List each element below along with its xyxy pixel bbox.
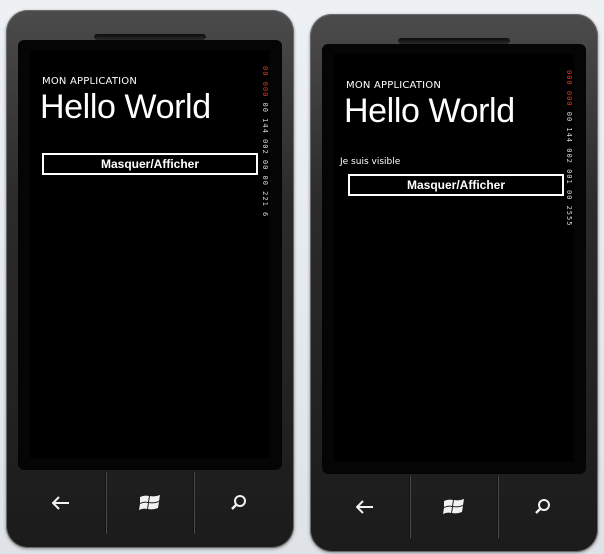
frame-rate-counter-values: 00 144 002 00 00 221 6 bbox=[261, 102, 269, 218]
emulator-stage: MON APPLICATION Hello World Masquer/Affi… bbox=[0, 0, 604, 554]
page-title: Hello World bbox=[40, 88, 211, 126]
screen-bezel: MON APPLICATION Hello World Masquer/Affi… bbox=[18, 40, 282, 470]
app-title: MON APPLICATION bbox=[346, 80, 442, 91]
frame-rate-counter-accent: 000 000 bbox=[565, 70, 573, 107]
back-key[interactable] bbox=[18, 472, 106, 534]
visibility-status-text: Je suis visible bbox=[340, 157, 401, 167]
start-key[interactable] bbox=[409, 476, 499, 538]
app-screen[interactable]: MON APPLICATION Hello World Je suis visi… bbox=[334, 54, 574, 462]
toggle-visibility-button[interactable]: Masquer/Afficher bbox=[42, 153, 258, 175]
search-icon bbox=[230, 495, 246, 510]
phone-emulator-left: MON APPLICATION Hello World Masquer/Affi… bbox=[6, 10, 294, 548]
toggle-visibility-button[interactable]: Masquer/Afficher bbox=[348, 174, 564, 196]
back-key[interactable] bbox=[322, 476, 410, 538]
frame-rate-counter: 000 000 00 144 002 001 00 2555 bbox=[562, 70, 573, 227]
windows-logo-icon bbox=[443, 499, 464, 514]
search-icon bbox=[534, 499, 550, 514]
frame-rate-counter-accent: 00 000 bbox=[261, 66, 269, 98]
screen-bezel: MON APPLICATION Hello World Je suis visi… bbox=[322, 44, 586, 474]
start-key[interactable] bbox=[105, 472, 195, 534]
back-arrow-icon bbox=[52, 496, 70, 510]
hardware-nav-bar bbox=[18, 472, 282, 534]
app-screen[interactable]: MON APPLICATION Hello World Masquer/Affi… bbox=[30, 50, 270, 458]
frame-rate-counter-values: 00 144 002 001 00 2555 bbox=[565, 111, 573, 227]
search-key[interactable] bbox=[194, 472, 282, 534]
search-key[interactable] bbox=[498, 476, 586, 538]
app-title: MON APPLICATION bbox=[42, 76, 138, 87]
frame-rate-counter: 00 000 00 144 002 00 00 221 6 bbox=[258, 66, 269, 218]
page-title: Hello World bbox=[344, 92, 515, 130]
phone-emulator-right: MON APPLICATION Hello World Je suis visi… bbox=[310, 14, 598, 552]
windows-logo-icon bbox=[139, 495, 160, 510]
hardware-nav-bar bbox=[322, 476, 586, 538]
back-arrow-icon bbox=[356, 500, 374, 514]
